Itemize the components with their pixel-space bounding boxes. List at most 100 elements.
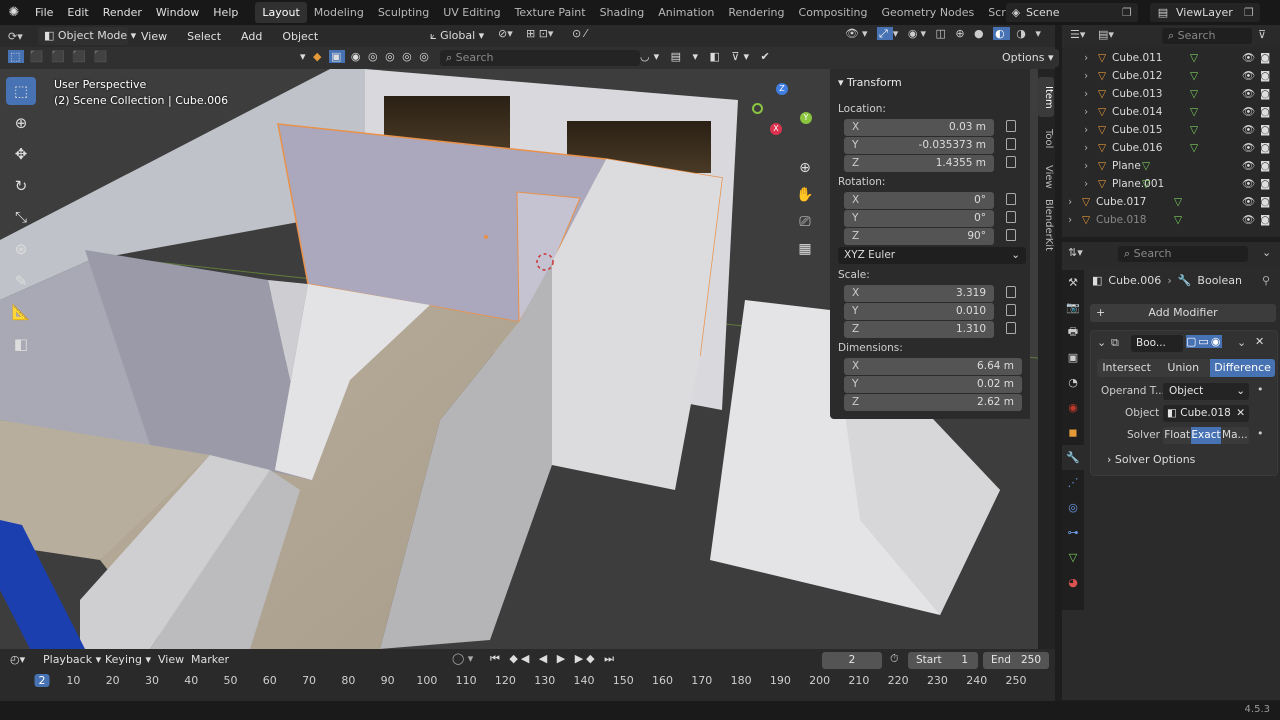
chevron-down-icon[interactable]: ⌄ xyxy=(1262,246,1271,259)
camera-render-icon[interactable]: ◙ xyxy=(1260,85,1270,103)
outliner-item[interactable]: › ▽ Plane.001 ▽ 👁 ◙ xyxy=(1062,175,1280,193)
view-layer-tab-icon[interactable]: ▣ xyxy=(1062,345,1084,370)
pivot-icon[interactable]: ⊘▾ xyxy=(498,27,513,40)
outliner-type-icon[interactable]: ☰▾ xyxy=(1070,28,1085,41)
pin-icon[interactable]: ⚲ xyxy=(1262,274,1270,287)
lock-icon[interactable] xyxy=(1006,193,1016,205)
properties-search[interactable]: ⌕ Search xyxy=(1118,246,1248,262)
outliner-item[interactable]: › ▽ Cube.018 ▽ 👁 ◙ xyxy=(1062,211,1280,229)
cursor-icon[interactable]: ⊕ xyxy=(6,109,36,137)
outliner-item[interactable]: › ▽ Cube.013 ▽ 👁 ◙ xyxy=(1062,85,1280,103)
y-axis-icon[interactable]: Y xyxy=(800,112,812,124)
menu-keying[interactable]: Keying ▾ xyxy=(98,653,158,666)
data-tab-icon[interactable]: ▽ xyxy=(1062,545,1084,570)
menu-marker[interactable]: Marker xyxy=(184,653,236,666)
visibility-eye-icon[interactable]: 👁 xyxy=(1242,85,1255,103)
camera-render-icon[interactable]: ◙ xyxy=(1260,175,1270,193)
output-tab-icon[interactable]: 🖶 xyxy=(1062,320,1084,345)
transform-header[interactable]: ▾ Transform xyxy=(838,76,902,89)
dimensions-y-field[interactable]: 0.02 m xyxy=(844,376,1022,393)
expand-chevron-icon[interactable]: › xyxy=(1084,103,1088,121)
camera-render-icon[interactable]: ◙ xyxy=(1260,193,1270,211)
rotation-y-field[interactable]: 0° xyxy=(844,210,994,227)
solver-manifold[interactable]: Ma... xyxy=(1220,427,1249,444)
menu-window[interactable]: Window xyxy=(149,6,206,19)
proportional-edit-icon[interactable]: ⊙ ⁄ xyxy=(572,27,587,40)
close-icon[interactable]: ✕ xyxy=(1236,405,1245,422)
camera-icon[interactable]: ⎚ xyxy=(794,209,816,236)
playback-controls[interactable]: ⏮ ◆◀ ◀ ▶ ▶◆ ⏭ xyxy=(490,652,617,666)
tab-layout[interactable]: Layout xyxy=(255,2,307,23)
outliner-item[interactable]: › ▽ Cube.011 ▽ 👁 ◙ xyxy=(1062,49,1280,67)
menu-select[interactable]: Select xyxy=(180,30,228,43)
tab-modeling[interactable]: Modeling xyxy=(307,2,371,23)
z-axis-icon[interactable]: Z xyxy=(776,83,788,95)
solver-float[interactable]: Float xyxy=(1163,427,1192,444)
rotate-icon[interactable]: ↻ xyxy=(6,172,36,200)
add-cube-icon[interactable]: ◧ xyxy=(6,330,36,358)
menu-view[interactable]: View xyxy=(134,30,174,43)
camera-render-icon[interactable]: ◙ xyxy=(1260,139,1270,157)
keyframe-dot-icon[interactable]: • xyxy=(1257,383,1264,396)
scale-z-field[interactable]: 1.310 xyxy=(844,321,994,338)
tab-blenderkit[interactable]: BlenderKit xyxy=(1038,197,1054,253)
tab-texture-paint[interactable]: Texture Paint xyxy=(508,2,593,23)
visibility-eye-icon[interactable]: 👁 xyxy=(1242,103,1255,121)
outliner-item[interactable]: › ▽ Cube.012 ▽ 👁 ◙ xyxy=(1062,67,1280,85)
auto-keying-icon[interactable]: ◯ ▾ xyxy=(452,652,473,665)
location-x-field[interactable]: 0.03 m xyxy=(844,119,994,136)
keyframe-dot-icon[interactable]: • xyxy=(1257,427,1264,440)
x-axis-icon[interactable]: X xyxy=(770,123,782,135)
visibility-eye-icon[interactable]: 👁 xyxy=(1242,211,1255,229)
modifier-name-field[interactable]: Boo... xyxy=(1131,335,1183,352)
lock-icon[interactable] xyxy=(1006,229,1016,241)
expand-chevron-icon[interactable]: › xyxy=(1084,121,1088,139)
properties-type-icon[interactable]: ⇅▾ xyxy=(1068,246,1083,259)
tab-uv-editing[interactable]: UV Editing xyxy=(436,2,507,23)
gizmo-toggle[interactable]: ⤢ xyxy=(876,27,893,40)
visibility-eye-icon[interactable]: 👁 xyxy=(1242,67,1255,85)
clock-icon[interactable]: ⏱ xyxy=(890,652,899,666)
lock-icon[interactable] xyxy=(1006,138,1016,150)
outliner-item[interactable]: › ▽ Plane ▽ 👁 ◙ xyxy=(1062,157,1280,175)
mode-selector[interactable]: ◧ Object Mode ▾ xyxy=(38,27,136,45)
zoom-icon[interactable]: ⊕ xyxy=(794,155,816,182)
chevron-down-icon[interactable]: ⌄ xyxy=(1237,336,1246,349)
transform-icon[interactable]: ⊛ xyxy=(6,235,36,263)
physics-tab-icon[interactable]: ◎ xyxy=(1062,495,1084,520)
location-y-field[interactable]: -0.035373 m xyxy=(844,137,994,154)
camera-render-icon[interactable]: ◙ xyxy=(1260,103,1270,121)
camera-render-icon[interactable]: ◙ xyxy=(1260,211,1270,229)
op-union[interactable]: Union xyxy=(1156,359,1211,377)
render-tab-icon[interactable]: 📷 xyxy=(1062,295,1084,320)
tab-item[interactable]: Item xyxy=(1038,77,1054,117)
solver-options-subpanel[interactable]: › Solver Options xyxy=(1107,453,1195,466)
frame-ruler[interactable]: 2 10 20 30 40 50 60 70 80 90 100 110 120 130 140 150 160… xyxy=(0,674,1055,692)
add-modifier-button[interactable]: + Add Modifier xyxy=(1090,304,1276,322)
expand-chevron-icon[interactable]: › xyxy=(1068,211,1072,229)
tab-view[interactable]: View xyxy=(1038,159,1054,195)
visibility-eye-icon[interactable]: 👁 xyxy=(1242,139,1255,157)
menu-file[interactable]: File xyxy=(28,6,60,19)
modifier-tab-icon[interactable]: 🔧 xyxy=(1062,445,1084,470)
pan-hand-icon[interactable]: ✋ xyxy=(794,182,816,209)
orientation-selector[interactable]: ⟀ Global ▾ xyxy=(430,27,490,45)
scale-y-field[interactable]: 0.010 xyxy=(844,303,994,320)
viewport-search[interactable]: ⌕ Search xyxy=(440,50,640,66)
camera-render-icon[interactable]: ◙ xyxy=(1260,157,1270,175)
camera-render-icon[interactable]: ◙ xyxy=(1260,121,1270,139)
visibility-eye-icon[interactable]: 👁 xyxy=(1242,193,1255,211)
annotate-icon[interactable]: ✎ xyxy=(6,267,36,295)
measure-icon[interactable]: 📐 xyxy=(6,298,36,326)
lock-icon[interactable] xyxy=(1006,120,1016,132)
op-difference[interactable]: Difference xyxy=(1210,359,1275,377)
lock-icon[interactable] xyxy=(1006,211,1016,223)
solver-exact[interactable]: Exact xyxy=(1191,427,1221,444)
snap-icon[interactable]: ⊞ ⊡▾ xyxy=(526,27,553,40)
navigation-gizmo[interactable]: Z Y X xyxy=(752,83,816,143)
tab-geometry-nodes[interactable]: Geometry Nodes xyxy=(874,2,981,23)
rotation-z-field[interactable]: 90° xyxy=(844,228,994,245)
tab-tool[interactable]: Tool xyxy=(1038,121,1054,157)
tab-sculpting[interactable]: Sculpting xyxy=(371,2,436,23)
visibility-eye-icon[interactable]: 👁 xyxy=(1242,49,1255,67)
